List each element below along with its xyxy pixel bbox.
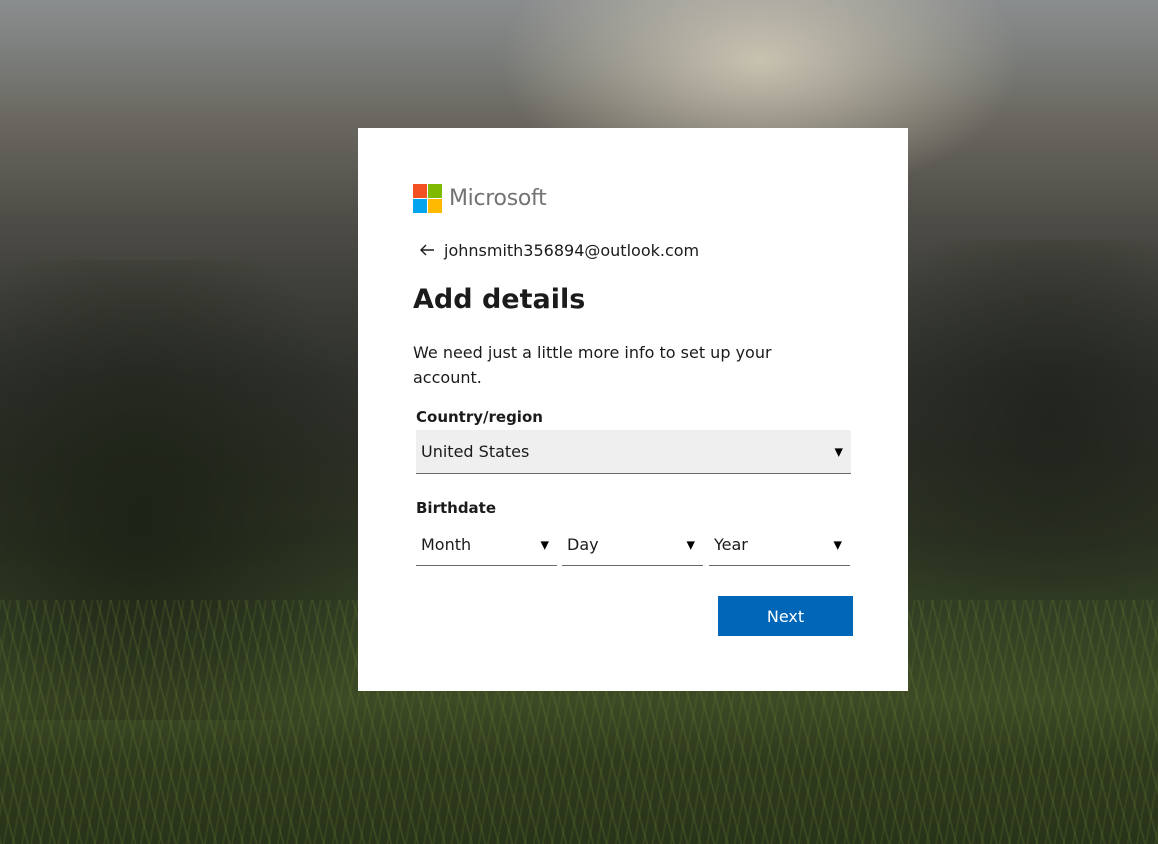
identity-banner: johnsmith356894@outlook.com — [418, 238, 699, 262]
background-mountain-right — [900, 240, 1158, 600]
logo-square-green — [428, 183, 442, 198]
caret-down-icon: ▼ — [686, 538, 695, 551]
next-button[interactable]: Next — [718, 596, 853, 636]
caret-down-icon: ▼ — [834, 445, 843, 458]
signup-card: Microsoft johnsmith356894@outlook.com Ad… — [358, 128, 908, 691]
day-select-value: Day — [567, 535, 599, 554]
identity-email: johnsmith356894@outlook.com — [444, 240, 700, 260]
year-select-value: Year — [714, 535, 748, 554]
page-title: Add details — [413, 284, 586, 315]
birthdate-label: Birthdate — [416, 499, 497, 517]
microsoft-logo-icon — [413, 183, 442, 213]
country-select-value: United States — [421, 442, 530, 461]
logo-square-red — [413, 183, 427, 198]
year-select[interactable]: Year ▼ — [709, 524, 850, 566]
country-label: Country/region — [416, 408, 543, 426]
logo-square-yellow — [428, 198, 442, 213]
arrow-left-icon[interactable] — [418, 241, 436, 259]
caret-down-icon: ▼ — [833, 538, 842, 551]
day-select[interactable]: Day ▼ — [562, 524, 703, 566]
month-select-value: Month — [421, 535, 472, 554]
logo-square-blue — [413, 198, 427, 213]
month-select[interactable]: Month ▼ — [416, 524, 557, 566]
country-select[interactable]: United States ▼ — [416, 430, 851, 474]
caret-down-icon: ▼ — [540, 538, 549, 551]
brand-name: Microsoft — [449, 185, 547, 211]
microsoft-logo: Microsoft — [413, 183, 547, 213]
page-description: We need just a little more info to set u… — [413, 343, 772, 387]
